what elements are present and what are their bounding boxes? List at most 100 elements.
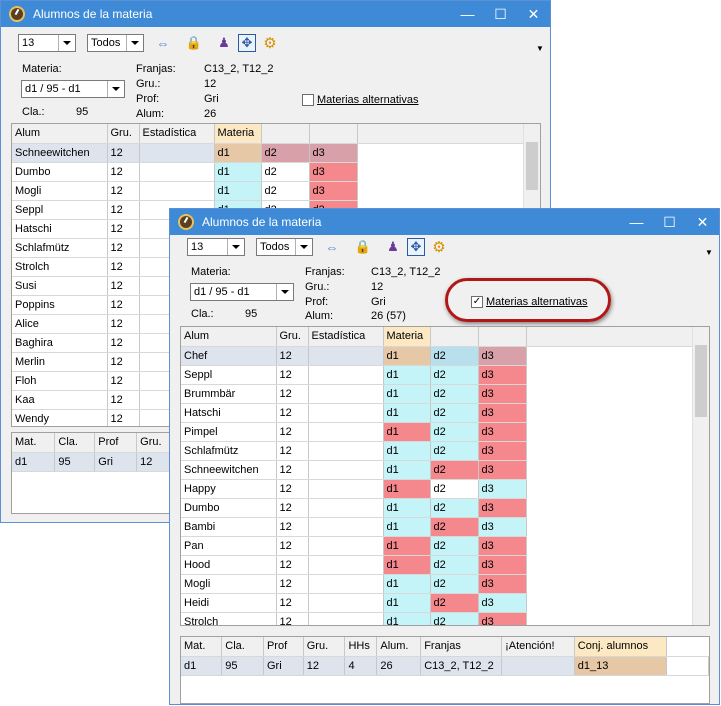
summary-cell-atencion[interactable] bbox=[501, 656, 575, 676]
cell-alum[interactable]: Mogli bbox=[181, 574, 277, 594]
cell-estadistica[interactable] bbox=[308, 612, 384, 625]
summary-cell-gru[interactable]: 12 bbox=[303, 656, 346, 676]
cell-alum[interactable]: Susi bbox=[12, 276, 108, 296]
cell-gru[interactable]: 12 bbox=[107, 162, 140, 182]
cell-alum[interactable]: Wendy bbox=[12, 409, 108, 426]
front-vertical-scrollbar[interactable] bbox=[692, 327, 709, 625]
cell-alt1[interactable]: d2 bbox=[430, 384, 479, 404]
student-row[interactable]: Mogli 12 d1 d2 d3 bbox=[181, 574, 694, 594]
cell-materia[interactable]: d1 bbox=[214, 162, 262, 182]
cell-gru[interactable]: 12 bbox=[276, 479, 309, 499]
cell-gru[interactable]: 12 bbox=[107, 276, 140, 296]
cell-estadistica[interactable] bbox=[139, 181, 215, 201]
cell-alt2[interactable]: d3 bbox=[478, 612, 527, 625]
cell-materia[interactable]: d1 bbox=[383, 441, 431, 461]
cell-alum[interactable]: Seppl bbox=[181, 365, 277, 385]
cell-alt2[interactable]: d3 bbox=[309, 181, 358, 201]
minimize-button[interactable]: — bbox=[620, 209, 653, 235]
col-header-estadistica[interactable]: Estadística bbox=[308, 327, 384, 347]
student-row[interactable]: Pimpel 12 d1 d2 d3 bbox=[181, 422, 694, 442]
cell-alum[interactable]: Schlafmütz bbox=[12, 238, 108, 258]
cell-gru[interactable]: 12 bbox=[276, 498, 309, 518]
chevron-down-icon[interactable] bbox=[126, 35, 143, 51]
summary-cell[interactable]: Gri bbox=[94, 452, 138, 472]
cell-materia[interactable]: d1 bbox=[383, 479, 431, 499]
cell-alum[interactable]: Seppl bbox=[12, 200, 108, 220]
cell-materia[interactable]: d1 bbox=[383, 422, 431, 442]
col-header-alum[interactable]: Alum bbox=[12, 124, 108, 144]
cell-gru[interactable]: 12 bbox=[276, 384, 309, 404]
back-scroll-thumb[interactable] bbox=[526, 142, 538, 190]
cell-alt2[interactable]: d3 bbox=[478, 365, 527, 385]
swap-arrows-icon[interactable]: ⇔ bbox=[154, 34, 172, 52]
col-header-alt1[interactable] bbox=[261, 124, 310, 144]
cell-alt1[interactable]: d2 bbox=[430, 555, 479, 575]
cell-alt1[interactable]: d2 bbox=[430, 593, 479, 613]
cell-gru[interactable]: 12 bbox=[276, 593, 309, 613]
cell-gru[interactable]: 12 bbox=[107, 181, 140, 201]
cell-alum[interactable]: Dumbo bbox=[12, 162, 108, 182]
cell-alt2[interactable]: d3 bbox=[478, 517, 527, 537]
people-icon[interactable]: ♟ bbox=[215, 34, 233, 52]
cell-gru[interactable]: 12 bbox=[107, 143, 140, 163]
back-alt-label[interactable]: Materias alternativas bbox=[317, 94, 419, 106]
cell-estadistica[interactable] bbox=[308, 479, 384, 499]
cell-alt1[interactable]: d2 bbox=[430, 498, 479, 518]
cell-estadistica[interactable] bbox=[308, 536, 384, 556]
student-row[interactable]: Heidi 12 d1 d2 d3 bbox=[181, 593, 694, 613]
chevron-down-icon[interactable] bbox=[276, 284, 293, 300]
gear-icon[interactable]: ⚙ bbox=[261, 34, 279, 52]
lock-icon[interactable]: 🔒 bbox=[185, 34, 203, 52]
swap-arrows-icon[interactable]: ⇔ bbox=[323, 238, 341, 256]
maximize-button[interactable]: ☐ bbox=[484, 1, 517, 27]
cell-materia[interactable]: d1 bbox=[214, 143, 262, 163]
cell-gru[interactable]: 12 bbox=[107, 333, 140, 353]
cell-alum[interactable]: Schlafmütz bbox=[181, 441, 277, 461]
minimize-button[interactable]: — bbox=[451, 1, 484, 27]
cell-materia[interactable]: d1 bbox=[214, 181, 262, 201]
summary-cell[interactable]: d1 bbox=[12, 452, 56, 472]
cell-alt2[interactable]: d3 bbox=[478, 346, 527, 366]
col-header-estadistica[interactable]: Estadística bbox=[139, 124, 215, 144]
cell-materia[interactable]: d1 bbox=[383, 574, 431, 594]
summary-cell-mat[interactable]: d1 bbox=[181, 656, 223, 676]
cell-alum[interactable]: Floh bbox=[12, 371, 108, 391]
close-button[interactable]: ✕ bbox=[686, 209, 719, 235]
cell-materia[interactable]: d1 bbox=[383, 517, 431, 537]
cell-materia[interactable]: d1 bbox=[383, 346, 431, 366]
cell-materia[interactable]: d1 bbox=[383, 460, 431, 480]
cell-alt1[interactable]: d2 bbox=[430, 479, 479, 499]
student-row[interactable]: Dumbo 12 d1 d2 d3 bbox=[12, 162, 525, 182]
student-row[interactable]: Hatschi12 d1d2d3 bbox=[181, 403, 694, 423]
cell-estadistica[interactable] bbox=[139, 143, 215, 163]
student-row[interactable]: Happy 12 d1 d2 d3 bbox=[181, 479, 694, 499]
summary-cell-hhs[interactable]: 4 bbox=[344, 656, 378, 676]
cell-alum[interactable]: Dumbo bbox=[181, 498, 277, 518]
cell-alt2[interactable]: d3 bbox=[478, 555, 527, 575]
cell-alum[interactable]: Pan bbox=[181, 536, 277, 556]
cell-gru[interactable]: 12 bbox=[107, 238, 140, 258]
summary-cell-conj-alumnos[interactable]: d1_13 bbox=[574, 656, 668, 676]
cell-estadistica[interactable] bbox=[308, 403, 384, 423]
col-header-alum[interactable]: Alum bbox=[181, 327, 277, 347]
cell-alum[interactable]: Hatschi bbox=[181, 403, 277, 423]
cell-gru[interactable]: 12 bbox=[276, 612, 309, 625]
cell-alt2[interactable]: d3 bbox=[478, 536, 527, 556]
cell-gru[interactable]: 12 bbox=[107, 314, 140, 334]
cell-estadistica[interactable] bbox=[308, 593, 384, 613]
cell-estadistica[interactable] bbox=[308, 555, 384, 575]
cell-estadistica[interactable] bbox=[308, 346, 384, 366]
cell-materia[interactable]: d1 bbox=[383, 403, 431, 423]
cell-alum[interactable]: Chef bbox=[181, 346, 277, 366]
cell-materia[interactable]: d1 bbox=[383, 536, 431, 556]
cell-gru[interactable]: 12 bbox=[276, 517, 309, 537]
cell-alt1[interactable]: d2 bbox=[261, 143, 310, 163]
front-title-bar[interactable]: Alumnos de la materia — ☐ ✕ bbox=[170, 209, 719, 235]
student-row[interactable]: Schneewitchen 12 d1 d2 d3 bbox=[12, 143, 525, 163]
cell-alum[interactable]: Strolch bbox=[181, 612, 277, 625]
cell-alum[interactable]: Bambi bbox=[181, 517, 277, 537]
cell-gru[interactable]: 12 bbox=[276, 574, 309, 594]
cell-gru[interactable]: 12 bbox=[107, 409, 140, 426]
col-header-materia[interactable]: Materia bbox=[214, 124, 262, 144]
cell-alum[interactable]: Poppins bbox=[12, 295, 108, 315]
